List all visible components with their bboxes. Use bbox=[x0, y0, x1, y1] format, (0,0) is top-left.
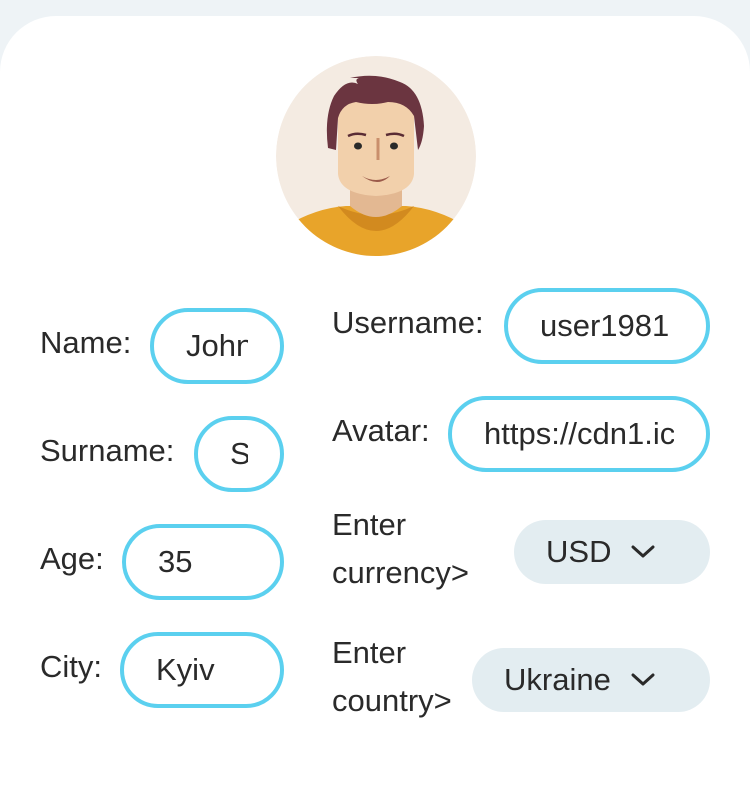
avatar-label: Avatar: bbox=[332, 413, 430, 448]
currency-label-line2: currency> bbox=[332, 555, 469, 590]
age-label: Age: bbox=[40, 541, 104, 576]
city-input[interactable] bbox=[120, 632, 284, 708]
chevron-down-icon bbox=[631, 545, 655, 559]
country-select[interactable]: Ukraine bbox=[472, 648, 710, 712]
country-label-line1: Enter bbox=[332, 635, 407, 670]
name-input[interactable] bbox=[150, 308, 284, 384]
username-input[interactable] bbox=[504, 288, 710, 364]
city-label: City: bbox=[40, 649, 102, 684]
country-label-line2: country> bbox=[332, 683, 452, 718]
surname-input[interactable] bbox=[194, 416, 284, 492]
currency-select[interactable]: USD bbox=[514, 520, 710, 584]
country-select-value: Ukraine bbox=[504, 662, 611, 697]
avatar-url-input[interactable] bbox=[448, 396, 710, 472]
currency-select-value: USD bbox=[546, 534, 612, 569]
age-input[interactable] bbox=[122, 524, 284, 600]
name-label: Name: bbox=[40, 325, 132, 360]
chevron-down-icon bbox=[631, 673, 655, 687]
surname-label: Surname: bbox=[40, 433, 175, 468]
user-avatar-icon bbox=[276, 56, 476, 256]
username-label: Username: bbox=[332, 305, 484, 340]
currency-label-line1: Enter bbox=[332, 507, 407, 542]
avatar bbox=[276, 56, 476, 256]
